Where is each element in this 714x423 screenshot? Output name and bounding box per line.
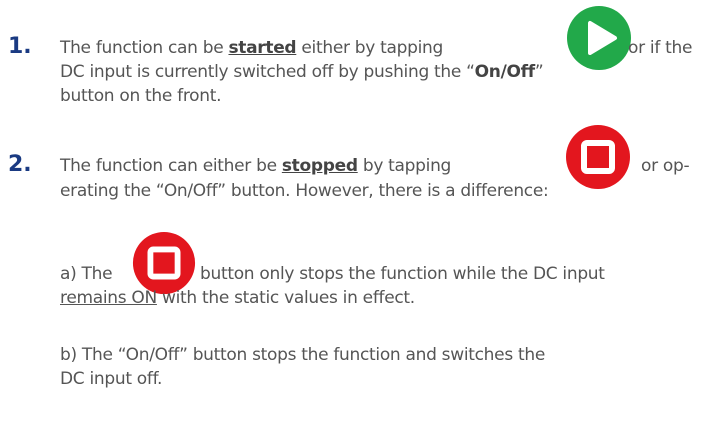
step-2-text-post: or op- <box>641 156 690 176</box>
step-2-text-mid: by tapping <box>357 156 452 176</box>
step-1-text-post: or if the <box>628 38 693 58</box>
step-1-started-emphasis: started <box>228 38 297 58</box>
step-2-stopped-emphasis: stopped <box>281 156 358 176</box>
step-1-line-3: button on the front. <box>60 86 222 106</box>
step-1-number: 1. <box>8 34 32 59</box>
note-a-line-2-post: with the static values in effect. <box>156 288 415 308</box>
note-a-pre: a) The <box>60 264 113 284</box>
note-b-line-1: b) The “On/Off” button stops the functio… <box>60 345 545 365</box>
step-1-line-2-pre: DC input is currently switched off by pu… <box>60 62 475 82</box>
step-1-text-mid: either by tapping <box>296 38 443 58</box>
note-a-post: button only stops the function while the… <box>200 264 605 284</box>
step-2-text-pre: The function can either be <box>60 156 282 176</box>
step-2-number: 2. <box>8 152 32 177</box>
step-2-line-1: The function can either be stopped by ta… <box>60 154 451 178</box>
note-b-line-2: DC input off. <box>60 369 163 389</box>
note-a-line-2: remains ON with the static values in eff… <box>60 286 415 310</box>
document-page: 1. The function can be started either by… <box>0 0 714 423</box>
step-1-line-2: DC input is currently switched off by pu… <box>60 60 544 84</box>
stop-icon[interactable] <box>564 123 632 191</box>
on-off-label: On/Off <box>474 62 536 82</box>
remains-on-underlined: remains ON <box>60 288 157 308</box>
step-1-text-pre: The function can be <box>60 38 229 58</box>
step-2-line-2: erating the “On/Off” button. However, th… <box>60 181 549 201</box>
step-1-line-2-post: ” <box>534 62 544 82</box>
play-icon[interactable] <box>565 4 633 72</box>
step-1-line-1: The function can be started either by ta… <box>60 36 443 60</box>
